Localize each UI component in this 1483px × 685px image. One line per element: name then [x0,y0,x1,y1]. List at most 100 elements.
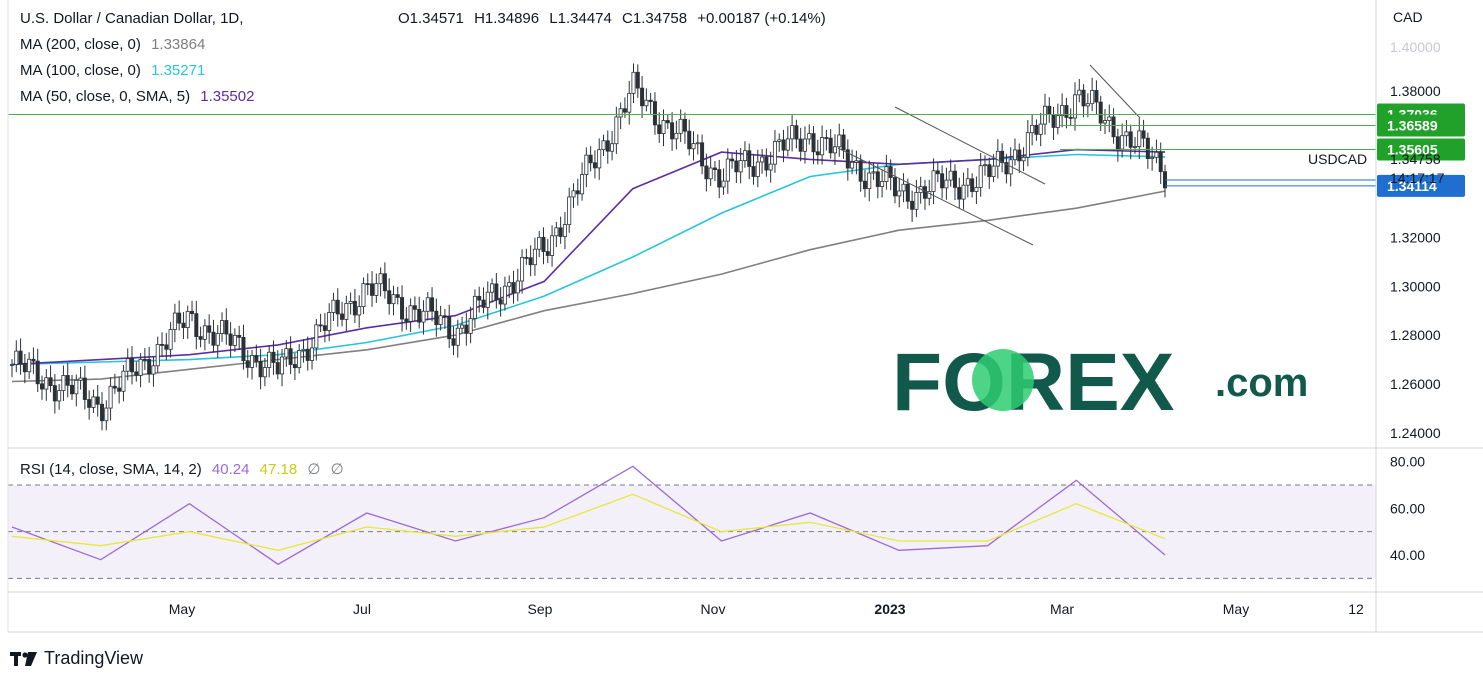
candle-body [215,333,220,346]
candle-body [498,299,503,305]
rsi-tick-label: 60.00 [1390,500,1425,516]
candle-body [442,315,447,318]
candle-body [1017,149,1022,162]
candle-body [850,161,855,169]
candle-body [1038,123,1043,135]
candle-body [485,291,490,308]
candle-body [108,385,113,409]
candle-body [605,140,610,152]
price-chart[interactable]: FOREX.com 1.370361.365891.356051.34114US… [0,0,1483,640]
candle-body [82,377,87,400]
candle-body [588,154,593,164]
candle-body [100,403,105,422]
candle-body [395,294,400,298]
candle-body [250,355,255,368]
candle-body [824,137,829,139]
candle-body [781,139,786,151]
candle-body [74,379,79,395]
candle-body [875,171,880,187]
candle-body [61,375,66,391]
candle-body [322,325,327,331]
candle-body [430,297,435,312]
candle-body [477,295,482,301]
candle-body [687,130,692,150]
candle-body [1141,130,1146,139]
candle-body [554,227,559,237]
candle-body [747,150,752,167]
candle-body [614,116,619,145]
candle-body [344,303,349,320]
candle-body [160,344,165,346]
candle-body [712,167,717,171]
candle-body [1115,136,1120,150]
candle-body [1107,116,1112,121]
candle-body [288,348,293,365]
candle-body [241,336,246,362]
candle-body [438,315,443,326]
candle-body [708,167,713,180]
candle-body [297,350,302,369]
candle-body [275,362,280,375]
candle-body [601,140,606,151]
candle-body [9,364,14,366]
candle-body [575,190,580,195]
candle-body [734,160,739,173]
price-tick-label: 1.30000 [1390,278,1441,294]
candle-body [40,383,45,390]
candle-body [1021,156,1026,162]
candle-body [768,163,773,171]
candle-body [335,299,340,315]
candle-body [232,334,237,346]
forex-watermark: FOREX.com [892,337,1308,428]
price-tick-label: 1.32000 [1390,230,1441,246]
candle-body [897,190,902,197]
candle-body [1042,105,1047,125]
candle-body [138,358,143,376]
candle-body [678,118,683,134]
candle-body [914,192,919,210]
candle-body [880,181,885,187]
candle-body [408,305,413,322]
candle-body [130,358,135,373]
candle-body [1000,150,1005,163]
candle-body [592,162,597,169]
candle-body [340,313,345,320]
candle-body [412,305,417,310]
candle-body [211,331,216,346]
candle-body [695,142,700,145]
candle-body [237,334,242,338]
candle-body [181,322,186,328]
candle-body [447,315,452,340]
candle-body [262,367,267,378]
candle-body [721,180,726,188]
candle-body [858,160,863,182]
candle-body [520,256,525,282]
candle-body [112,385,117,389]
candle-body [267,351,272,368]
candle-body [468,318,473,334]
brand-name: TradingView [44,648,144,668]
ma50-line [11,148,1166,366]
candle-body [95,396,100,405]
candle-body [220,320,225,334]
candle-body [1012,149,1017,161]
candle-body [404,318,409,322]
candle-body [772,141,777,165]
candle-body [742,150,747,161]
candle-body [202,325,207,340]
candle-body [455,327,460,346]
candle-body [691,143,696,150]
candle-body [854,160,859,163]
watermark-coin [972,349,1034,411]
tradingview-logo[interactable]: TradingView [10,648,143,669]
candle-body [798,138,803,152]
candle-body [957,187,962,200]
candle-body [352,301,357,316]
candle-body [1030,124,1035,134]
candle-body [652,101,657,126]
candle-body [618,108,623,118]
candle-body [888,166,893,178]
candle-body [365,283,370,286]
candle-body [65,375,70,386]
candle-body [622,108,627,113]
